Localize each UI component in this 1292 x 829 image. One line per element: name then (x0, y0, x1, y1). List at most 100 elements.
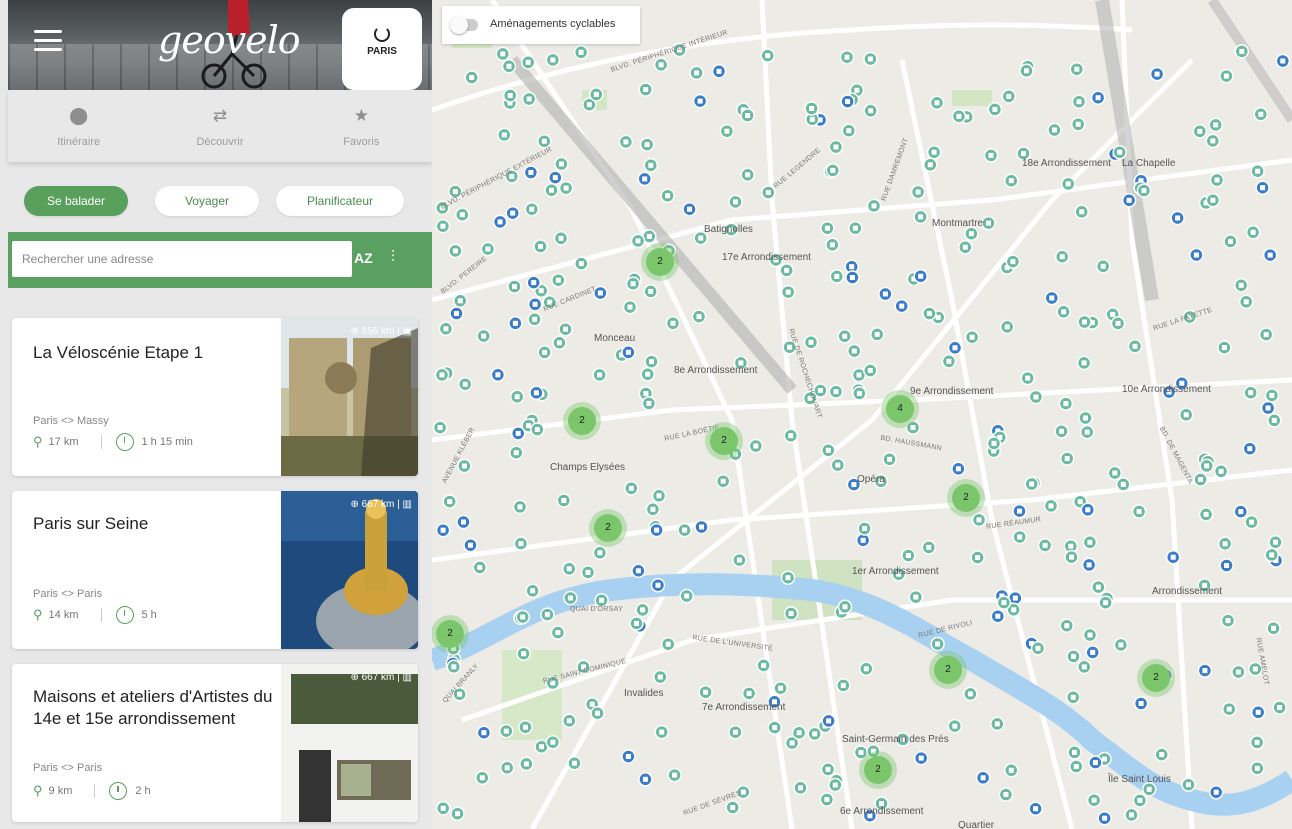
poi-cluster[interactable]: 2 (594, 514, 622, 542)
poi-cluster[interactable]: 2 (934, 656, 962, 684)
poi-cluster[interactable]: 2 (864, 756, 892, 784)
marker-glyph-icon (1087, 539, 1093, 545)
marker-glyph-icon (863, 666, 869, 672)
marker-glyph-icon (732, 729, 738, 735)
map-canvas[interactable] (432, 0, 1292, 829)
marker-glyph-icon (986, 220, 991, 226)
marker-glyph-icon (542, 349, 548, 355)
marker-glyph-icon (1238, 282, 1244, 288)
mode-stroll-button[interactable]: Se balader (24, 186, 128, 216)
marker-glyph-icon (1225, 618, 1231, 624)
marker-glyph-icon (1175, 215, 1181, 221)
tab-discover-label: Découvrir (196, 136, 244, 148)
marker-glyph-icon (1141, 188, 1147, 194)
marker-glyph-icon (512, 284, 517, 290)
marker-glyph-icon (825, 766, 831, 772)
marker-glyph-icon (1198, 477, 1204, 482)
marker-glyph-icon (1183, 412, 1189, 418)
result-card[interactable]: Paris sur Seine Paris <> Paris ⚲ 14 km 5… (12, 491, 418, 649)
marker-glyph-icon (534, 427, 540, 432)
marker-glyph-icon (927, 162, 933, 168)
bike-lanes-switch[interactable] (450, 16, 478, 34)
marker-glyph-icon (515, 430, 521, 436)
marker-glyph-icon (1064, 456, 1070, 462)
marker-glyph-icon (842, 604, 848, 610)
card-duration: 5 h (141, 609, 157, 621)
marker-glyph-icon (461, 463, 467, 469)
marker-glyph-icon (856, 372, 862, 378)
marker-glyph-icon (1277, 705, 1283, 710)
marker-glyph-icon (785, 575, 791, 581)
marker-glyph-icon (694, 70, 700, 76)
marker-glyph-icon (447, 499, 453, 505)
card-metrics: ⚲ 17 km 1 h 15 min (33, 433, 193, 451)
marker-glyph-icon (772, 725, 778, 731)
marker-glyph-icon (512, 320, 518, 326)
search-input[interactable] (12, 241, 352, 277)
poi-cluster[interactable]: 2 (646, 248, 674, 276)
poi-cluster[interactable]: 2 (1142, 664, 1170, 692)
clock-icon (115, 606, 134, 624)
card-title: Paris sur Seine (33, 514, 149, 533)
marker-glyph-icon (1071, 653, 1076, 659)
poi-cluster[interactable]: 2 (568, 407, 596, 435)
marker-glyph-icon (696, 314, 702, 320)
poi-cluster[interactable]: 2 (436, 620, 464, 648)
marker-glyph-icon (703, 689, 709, 695)
marker-glyph-icon (1112, 470, 1118, 476)
poi-cluster[interactable]: 2 (952, 484, 980, 512)
marker-glyph-icon (1129, 812, 1134, 818)
marker-glyph-icon (1042, 542, 1048, 548)
marker-glyph-icon (962, 244, 968, 250)
mode-planner-button[interactable]: Planificateur (276, 186, 404, 216)
marker-glyph-icon (995, 613, 1001, 619)
hamburger-menu-icon[interactable] (34, 30, 62, 52)
poi-cluster[interactable]: 2 (710, 427, 738, 455)
marker-glyph-icon (643, 87, 649, 92)
marker-glyph-icon (969, 334, 975, 340)
marker-glyph-icon (858, 750, 864, 755)
mode-travel-button[interactable]: Voyager (155, 186, 259, 216)
marker-glyph-icon (682, 527, 688, 533)
marker-glyph-icon (720, 478, 726, 484)
poi-cluster[interactable]: 4 (886, 395, 914, 423)
distance-pins-icon: ⚲ (33, 434, 43, 449)
city-badge[interactable]: PARIS (342, 8, 422, 90)
marker-glyph-icon (1132, 343, 1138, 349)
marker-glyph-icon (1239, 48, 1245, 54)
marker-glyph-icon (967, 691, 973, 697)
marker-glyph-icon (1081, 360, 1087, 366)
marker-glyph-icon (1075, 121, 1081, 127)
card-distance: 9 km (48, 785, 73, 797)
bike-lanes-toggle[interactable]: Aménagements cyclables (442, 6, 640, 44)
marker-glyph-icon (1203, 511, 1209, 517)
marker-glyph-icon (452, 248, 458, 254)
marker-glyph-icon (991, 440, 997, 446)
marker-glyph-icon (1079, 209, 1085, 215)
map-view[interactable]: Aménagements cyclables 18e Arrondissemen… (432, 0, 1292, 829)
tab-discover[interactable]: ⇄ Découvrir (149, 90, 290, 162)
marker-glyph-icon (572, 760, 577, 766)
marker-glyph-icon (840, 682, 846, 688)
result-card[interactable]: La Véloscénie Etape 1 Paris <> Massy ⚲ 1… (12, 318, 418, 476)
marker-glyph-icon (563, 185, 569, 191)
card-route: Paris <> Paris (33, 762, 103, 774)
marker-glyph-icon (597, 372, 603, 378)
place-label: Opéra (857, 474, 885, 485)
marker-glyph-icon (1243, 299, 1249, 305)
card-duration: 2 h (135, 785, 151, 797)
tab-favorites[interactable]: ★ Favoris (291, 90, 432, 162)
marker-glyph-icon (956, 113, 962, 119)
marker-glyph-icon (627, 304, 633, 310)
marker-glyph-icon (1095, 95, 1101, 101)
marker-glyph-icon (761, 662, 767, 668)
marker-glyph-icon (1072, 749, 1077, 755)
sort-alpha-button[interactable]: AZ (354, 250, 373, 266)
result-card[interactable]: Maisons et ateliers d'Artistes du 14e et… (12, 664, 418, 822)
marker-glyph-icon (1159, 752, 1165, 758)
marker-glyph-icon (994, 721, 1000, 727)
place-label: Saint-Germain des Prés (842, 734, 949, 745)
filter-sliders-icon[interactable]: ⫶ (391, 249, 395, 267)
tab-itinerary[interactable]: ⬤ Itinéraire (8, 90, 149, 162)
marker-glyph-icon (538, 288, 544, 294)
